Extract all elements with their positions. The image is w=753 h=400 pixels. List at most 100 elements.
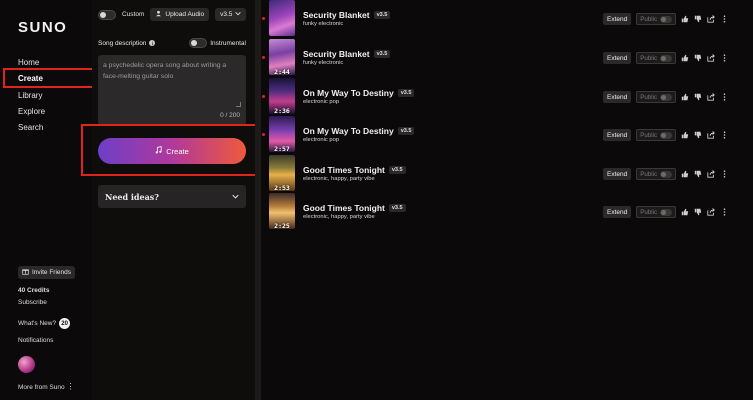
song-duration: 2:36 — [274, 107, 290, 115]
song-row[interactable]: 2:25 Good Times Tonight v3.5 electronic, … — [261, 193, 753, 231]
thumbs-up-icon[interactable] — [681, 170, 689, 178]
thumbs-up-icon[interactable] — [681, 93, 689, 101]
avatar[interactable] — [18, 356, 35, 373]
extend-button[interactable]: Extend — [603, 129, 632, 141]
need-ideas-accordion[interactable]: Need ideas? — [98, 185, 246, 208]
song-actions: Extend Public — [603, 13, 728, 25]
thumbs-down-icon[interactable] — [694, 93, 702, 101]
song-duration: 2:53 — [274, 184, 290, 192]
version-select[interactable]: v3.5 — [215, 8, 247, 21]
instrumental-toggle[interactable] — [189, 38, 208, 48]
whats-new-link[interactable]: What's New? 20 — [18, 318, 71, 329]
public-toggle-switch — [660, 54, 673, 62]
instrumental-control: Instrumental — [189, 38, 246, 48]
song-genre[interactable]: electronic pop — [303, 99, 339, 105]
extend-button[interactable]: Extend — [603, 168, 632, 180]
nav-explore[interactable]: Explore — [18, 107, 45, 116]
thumbs-down-icon[interactable] — [694, 170, 702, 178]
public-toggle-button[interactable]: Public — [636, 129, 677, 141]
song-genre[interactable]: funky electronic — [303, 21, 343, 27]
resize-handle-icon[interactable] — [236, 102, 241, 107]
song-row[interactable]: 2:36 On My Way To Destiny v3.5 electronic… — [261, 78, 753, 116]
invite-friends-label: Invite Friends — [32, 269, 72, 276]
create-top-controls: Custom Upload Audio v3.5 — [98, 8, 247, 21]
version-select-value: v3.5 — [220, 11, 233, 18]
thumbs-up-icon[interactable] — [681, 15, 689, 23]
song-genre[interactable]: electronic, happy, party vibe — [303, 214, 375, 220]
extend-button[interactable]: Extend — [603, 206, 632, 218]
more-from-suno-label: More from Suno — [18, 384, 65, 391]
chevron-down-icon — [232, 192, 239, 201]
thumbs-up-icon[interactable] — [681, 208, 689, 216]
song-title-text: Security Blanket — [303, 10, 370, 20]
song-title-text: Good Times Tonight — [303, 203, 385, 213]
nav-search[interactable]: Search — [18, 123, 43, 132]
description-header: Song description i Instrumental — [98, 38, 246, 48]
version-badge: v3.5 — [373, 11, 391, 19]
song-title-text: Security Blanket — [303, 49, 370, 59]
more-vertical-icon[interactable] — [720, 131, 728, 139]
song-genre[interactable]: funky electronic — [303, 60, 343, 66]
invite-friends-button[interactable]: Invite Friends — [18, 266, 76, 279]
nav-home[interactable]: Home — [18, 58, 39, 67]
song-row[interactable]: 2:53 Good Times Tonight v3.5 electronic, … — [261, 155, 753, 193]
share-icon[interactable] — [707, 208, 716, 216]
char-count: 0 / 200 — [220, 112, 240, 119]
more-from-suno-link[interactable]: More from Suno ⋮ — [18, 382, 75, 391]
thumbs-up-icon[interactable] — [681, 131, 689, 139]
thumbs-down-icon[interactable] — [694, 15, 702, 23]
custom-label: Custom — [122, 11, 145, 18]
more-vertical-icon[interactable] — [720, 93, 728, 101]
song-title[interactable]: Security Blanket v3.5 — [303, 49, 391, 59]
song-title[interactable]: On My Way To Destiny v3.5 — [303, 126, 415, 136]
upload-audio-button[interactable]: Upload Audio — [150, 8, 210, 21]
extend-button[interactable]: Extend — [603, 91, 632, 103]
more-vertical-icon[interactable] — [720, 208, 728, 216]
song-genre[interactable]: electronic, happy, party vibe — [303, 176, 375, 182]
more-vertical-icon[interactable] — [720, 170, 728, 178]
thumbs-down-icon[interactable] — [694, 208, 702, 216]
more-vertical-icon[interactable] — [720, 54, 728, 62]
song-title[interactable]: Security Blanket v3.5 — [303, 10, 391, 20]
subscribe-link[interactable]: Subscribe — [18, 299, 47, 306]
song-row[interactable]: 2:44 Security Blanket v3.5 funky electron… — [261, 39, 753, 77]
public-label: Public — [640, 170, 658, 178]
thumbs-down-icon[interactable] — [694, 54, 702, 62]
extend-button[interactable]: Extend — [603, 52, 632, 64]
song-row[interactable]: Security Blanket v3.5 funky electronic Ex… — [261, 0, 753, 38]
public-label: Public — [640, 93, 658, 101]
song-title[interactable]: Good Times Tonight v3.5 — [303, 203, 406, 213]
song-description-input[interactable]: a psychedelic opera song about writing a… — [98, 55, 246, 125]
share-icon[interactable] — [707, 54, 716, 62]
song-list: Security Blanket v3.5 funky electronic Ex… — [261, 0, 753, 400]
song-actions: Extend Public — [603, 129, 728, 141]
song-cover[interactable] — [269, 0, 295, 36]
suno-logo[interactable]: SUNO — [18, 19, 67, 36]
public-toggle-button[interactable]: Public — [636, 206, 677, 218]
song-title[interactable]: On My Way To Destiny v3.5 — [303, 88, 415, 98]
public-toggle-button[interactable]: Public — [636, 91, 677, 103]
song-genre[interactable]: electronic pop — [303, 137, 339, 143]
nav-library[interactable]: Library — [18, 91, 42, 100]
custom-toggle[interactable] — [98, 9, 116, 20]
upload-audio-label: Upload Audio — [165, 11, 205, 18]
create-button[interactable]: Create — [98, 138, 246, 164]
public-toggle-button[interactable]: Public — [636, 168, 677, 180]
song-row[interactable]: 2:57 On My Way To Destiny v3.5 electronic… — [261, 116, 753, 154]
more-vertical-icon[interactable] — [720, 15, 728, 23]
public-toggle-button[interactable]: Public — [636, 13, 677, 25]
notifications-link[interactable]: Notifications — [18, 337, 53, 344]
share-icon[interactable] — [707, 93, 716, 101]
info-icon[interactable]: i — [149, 40, 156, 46]
extend-button[interactable]: Extend — [603, 13, 632, 25]
share-icon[interactable] — [707, 131, 716, 139]
share-icon[interactable] — [707, 15, 716, 23]
nav-create[interactable]: Create — [18, 74, 43, 83]
thumbs-up-icon[interactable] — [681, 54, 689, 62]
public-toggle-button[interactable]: Public — [636, 52, 677, 64]
thumbs-down-icon[interactable] — [694, 131, 702, 139]
song-title-text: On My Way To Destiny — [303, 88, 394, 98]
share-icon[interactable] — [707, 170, 716, 178]
song-title[interactable]: Good Times Tonight v3.5 — [303, 165, 406, 175]
public-label: Public — [640, 208, 658, 216]
